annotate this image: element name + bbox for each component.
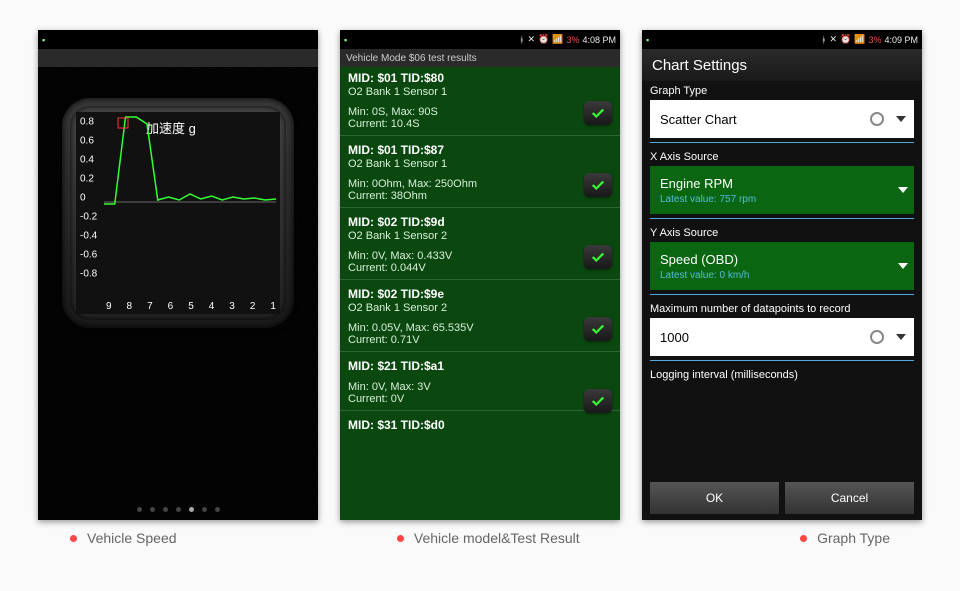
acceleration-chart: 加速度 g 0.80.60.40.20-0.2-0.4-0.6-0.8 9876…	[76, 112, 280, 314]
chevron-down-icon	[896, 334, 906, 340]
radio-icon	[870, 112, 884, 126]
ok-badge[interactable]	[584, 389, 612, 413]
graph-type-value: Scatter Chart	[660, 112, 737, 127]
graph-type-label: Graph Type	[642, 81, 922, 100]
y-axis-label: Y Axis Source	[642, 223, 922, 242]
x-axis-select[interactable]: Engine RPM Latest value: 757 rpm	[650, 166, 914, 214]
x-axis-latest: Latest value: 757 rpm	[660, 194, 756, 205]
x-axis: 987654321	[106, 301, 276, 312]
mute-icon: ✕	[829, 34, 837, 45]
mid-tid: MID: $02 TID:$9d	[348, 215, 612, 229]
y-axis-select[interactable]: Speed (OBD) Latest value: 0 km/h	[650, 242, 914, 290]
sensor-name: O2 Bank 1 Sensor 1	[348, 86, 612, 98]
min-max: Min: 0S, Max: 90S	[348, 106, 612, 118]
graph-type-select[interactable]: Scatter Chart	[650, 100, 914, 138]
mute-icon: ✕	[527, 34, 535, 45]
battery-pct: 3%	[868, 35, 881, 45]
mid-tid: MID: $02 TID:$9e	[348, 287, 612, 301]
min-max: Min: 0V, Max: 0.433V	[348, 250, 612, 262]
signal-icon: 📶	[552, 34, 563, 45]
alarm-icon: ⏰	[840, 34, 851, 45]
test-result-row[interactable]: MID: $01 TID:$87O2 Bank 1 Sensor 1 Min: 0…	[340, 139, 620, 204]
gauge-frame: 加速度 g 0.80.60.40.20-0.2-0.4-0.6-0.8 9876…	[62, 98, 294, 328]
caption-1: Vehicle Speed	[70, 530, 177, 546]
mid-tid: MID: $01 TID:$87	[348, 143, 612, 157]
alarm-icon: ⏰	[538, 34, 549, 45]
page-indicator[interactable]	[38, 507, 318, 512]
x-axis-value: Engine RPM	[660, 176, 733, 191]
interval-label: Logging interval (milliseconds)	[642, 365, 922, 384]
line-plot	[104, 112, 276, 292]
ok-button[interactable]: OK	[650, 482, 779, 514]
test-result-row[interactable]: MID: $21 TID:$a1 Min: 0V, Max: 3VCurrent:…	[340, 355, 620, 407]
screen-title: Vehicle Mode $06 test results	[340, 49, 620, 67]
min-max: Min: 0.05V, Max: 65.535V	[348, 322, 612, 334]
current-value: Current: 0.044V	[348, 262, 612, 274]
chevron-down-icon	[898, 187, 908, 193]
y-axis-value: Speed (OBD)	[660, 252, 738, 267]
ok-badge[interactable]	[584, 101, 612, 125]
carrier-icon: ▪	[646, 35, 649, 45]
current-value: Current: 0.71V	[348, 334, 612, 346]
maxpoints-input[interactable]: 1000	[650, 318, 914, 356]
test-result-row[interactable]: MID: $02 TID:$9eO2 Bank 1 Sensor 2 Min: 0…	[340, 283, 620, 348]
mid-tid: MID: $31 TID:$d0	[348, 418, 612, 432]
mid-tid: MID: $21 TID:$a1	[348, 359, 612, 373]
current-value: Current: 38Ohm	[348, 190, 612, 202]
carrier-icon: ▪	[344, 35, 347, 45]
chevron-down-icon	[896, 116, 906, 122]
phone-test-results: ▪ ᚼ ✕ ⏰ 📶 3% 4:08 PM Vehicle Mode $06 te…	[340, 30, 620, 520]
phone-vehicle-speed: ▪ 加速度 g 0.80.60.40.20-0.2-0.4-0.6-0.8 98…	[38, 30, 318, 520]
sensor-name: O2 Bank 1 Sensor 2	[348, 230, 612, 242]
test-result-row[interactable]: MID: $02 TID:$9dO2 Bank 1 Sensor 2 Min: 0…	[340, 211, 620, 276]
status-bar: ▪	[38, 30, 318, 49]
bluetooth-icon: ᚼ	[821, 35, 826, 45]
current-value: Current: 0V	[348, 393, 612, 405]
radio-icon	[870, 330, 884, 344]
ok-badge[interactable]	[584, 245, 612, 269]
clock: 4:09 PM	[884, 35, 918, 45]
sensor-name: O2 Bank 1 Sensor 2	[348, 302, 612, 314]
chevron-down-icon	[898, 263, 908, 269]
status-bar: ▪ ᚼ ✕ ⏰ 📶 3% 4:08 PM	[340, 30, 620, 49]
maxpoints-label: Maximum number of datapoints to record	[642, 299, 922, 318]
y-axis-latest: Latest value: 0 km/h	[660, 270, 750, 281]
mid-tid: MID: $01 TID:$80	[348, 71, 612, 85]
app-subbar	[38, 49, 318, 67]
min-max: Min: 0Ohm, Max: 250Ohm	[348, 178, 612, 190]
x-axis-label: X Axis Source	[642, 147, 922, 166]
min-max: Min: 0V, Max: 3V	[348, 381, 612, 393]
bluetooth-icon: ᚼ	[519, 35, 524, 45]
battery-pct: 3%	[566, 35, 579, 45]
sensor-name: O2 Bank 1 Sensor 1	[348, 158, 612, 170]
ok-badge[interactable]	[584, 173, 612, 197]
ok-badge[interactable]	[584, 317, 612, 341]
test-result-row[interactable]: MID: $31 TID:$d0	[340, 414, 620, 434]
caption-3: Graph Type	[800, 530, 890, 546]
clock: 4:08 PM	[582, 35, 616, 45]
cancel-button[interactable]: Cancel	[785, 482, 914, 514]
caption-2: Vehicle model&Test Result	[397, 530, 580, 546]
phone-chart-settings: ▪ ᚼ ✕ ⏰ 📶 3% 4:09 PM Chart Settings Grap…	[642, 30, 922, 520]
maxpoints-value: 1000	[660, 330, 689, 345]
test-result-row[interactable]: MID: $01 TID:$80O2 Bank 1 Sensor 1 Min: 0…	[340, 67, 620, 132]
current-value: Current: 10.4S	[348, 118, 612, 130]
dialog-title: Chart Settings	[642, 49, 922, 81]
carrier-icon: ▪	[42, 35, 45, 45]
signal-icon: 📶	[854, 34, 865, 45]
status-bar: ▪ ᚼ ✕ ⏰ 📶 3% 4:09 PM	[642, 30, 922, 49]
